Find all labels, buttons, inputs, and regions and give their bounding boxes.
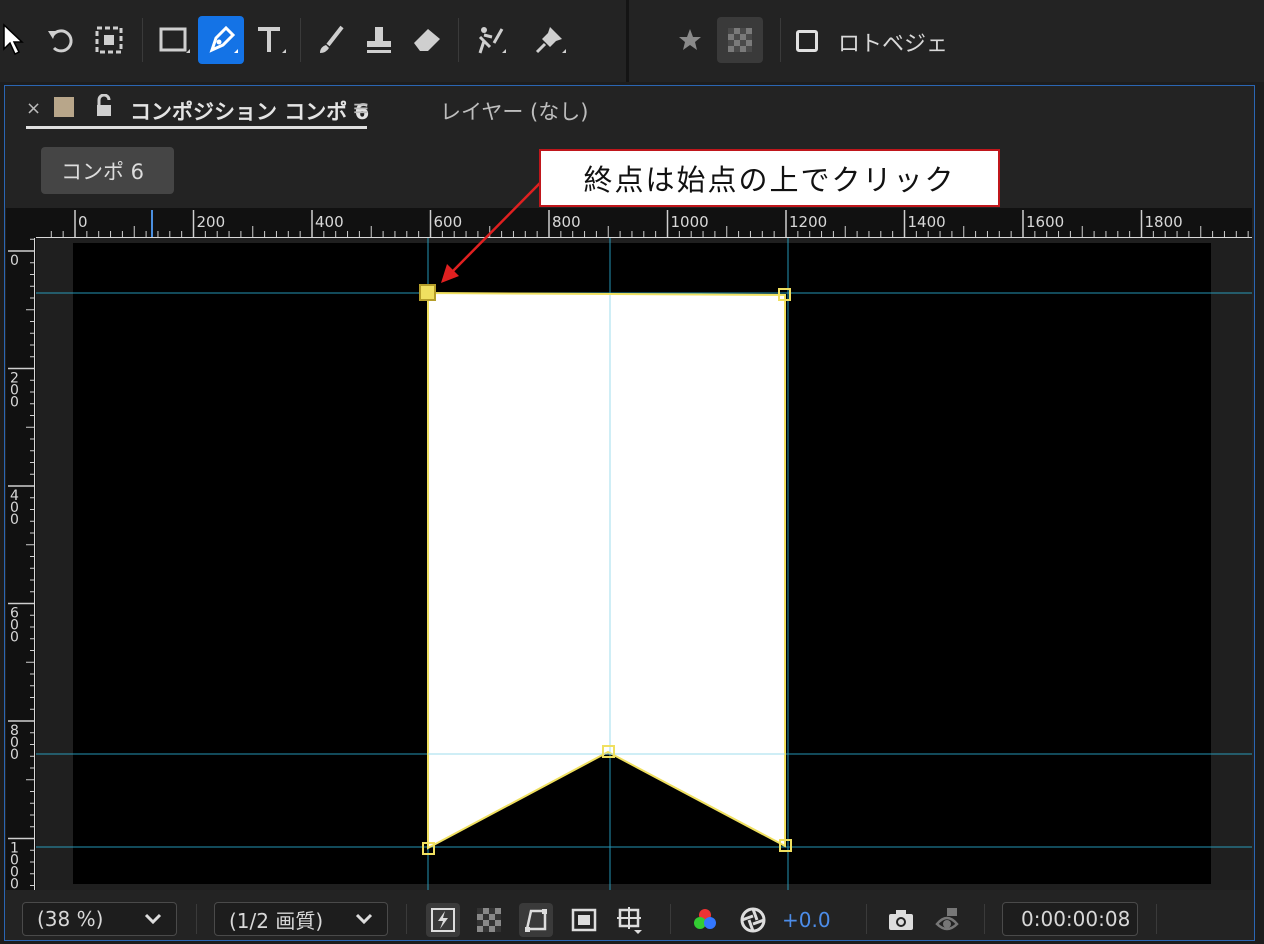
banner-shape-path[interactable]: [427, 291, 786, 850]
rgb-channel-icon: [694, 909, 716, 929]
show-snapshot-button[interactable]: [930, 903, 964, 937]
region-icon: [571, 908, 597, 932]
grid-guides-icon: [617, 907, 642, 934]
resolution-dropdown[interactable]: (1/2 画質): [214, 902, 388, 936]
chevron-down-icon: [355, 913, 373, 925]
timecode-value: 0:00:00:08: [1021, 907, 1131, 931]
path-start-vertex[interactable]: [419, 284, 436, 301]
snapshot-show-icon: [935, 908, 959, 931]
annotation-callout: 終点は始点の上でクリック: [539, 149, 1000, 207]
checkerboard-icon: [477, 908, 501, 932]
mask-visibility-toggle[interactable]: [519, 903, 553, 937]
region-of-interest-button[interactable]: [567, 903, 601, 937]
resolution-value: (1/2 画質): [229, 908, 324, 933]
take-snapshot-button[interactable]: [884, 903, 918, 937]
bottom-divider: [196, 904, 197, 934]
channel-button[interactable]: [688, 903, 722, 937]
bottom-divider: [1156, 904, 1157, 934]
transparency-grid-toggle[interactable]: [472, 903, 506, 937]
color-management-button[interactable]: [736, 903, 770, 937]
grid-guides-options-button[interactable]: [613, 903, 647, 937]
bottom-divider: [984, 904, 985, 934]
zoom-dropdown[interactable]: (38 %): [22, 902, 177, 936]
bottom-divider: [670, 904, 671, 934]
lightning-icon: [431, 908, 455, 932]
current-time-display[interactable]: 0:00:00:08: [1002, 902, 1138, 936]
fast-previews-button[interactable]: [426, 903, 460, 937]
chevron-down-icon: [144, 913, 162, 925]
bottom-divider: [866, 904, 867, 934]
exposure-value[interactable]: +0.0: [782, 908, 831, 932]
camera-icon: [889, 910, 913, 930]
aperture-icon: [740, 907, 766, 933]
callout-arrow: [451, 182, 541, 273]
bottom-divider: [406, 904, 407, 934]
canvas-overlay: [36, 182, 1252, 890]
mask-path-icon: [525, 909, 547, 932]
zoom-value: (38 %): [37, 907, 104, 931]
